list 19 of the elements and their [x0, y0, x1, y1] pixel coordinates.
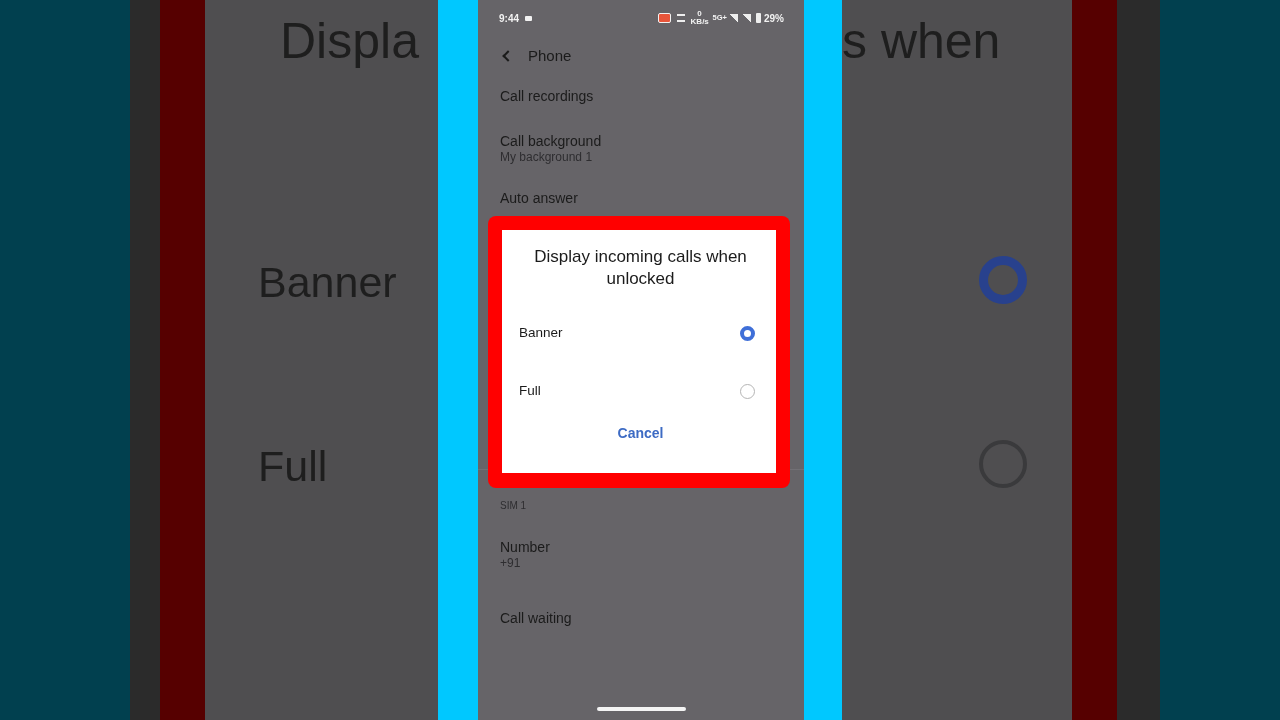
option-label[interactable]: Full — [519, 380, 541, 402]
video-camera-icon — [525, 15, 532, 21]
radio-button[interactable] — [740, 325, 755, 341]
setting-title[interactable]: Call background — [500, 132, 782, 150]
setting-title[interactable]: Call recordings — [500, 87, 782, 105]
page-title: Phone — [528, 45, 572, 66]
setting-title[interactable]: Call waiting — [500, 609, 782, 627]
cast-icon — [657, 13, 671, 23]
option-label[interactable]: Banner — [519, 322, 563, 344]
dialog-title: Display incoming calls when unlocked — [533, 246, 748, 290]
setting-title[interactable]: Number — [500, 538, 782, 556]
setting-value: +91 — [500, 556, 522, 571]
status-time: 9:44 — [499, 11, 519, 26]
network-speed: 0 KB/s — [690, 10, 709, 26]
setting-title[interactable]: Auto answer — [500, 189, 782, 207]
cancel-button[interactable]: Cancel — [611, 422, 670, 445]
setting-value: My background 1 — [500, 150, 594, 165]
battery-icon — [756, 13, 761, 23]
battery-percent: 29% — [764, 11, 784, 26]
